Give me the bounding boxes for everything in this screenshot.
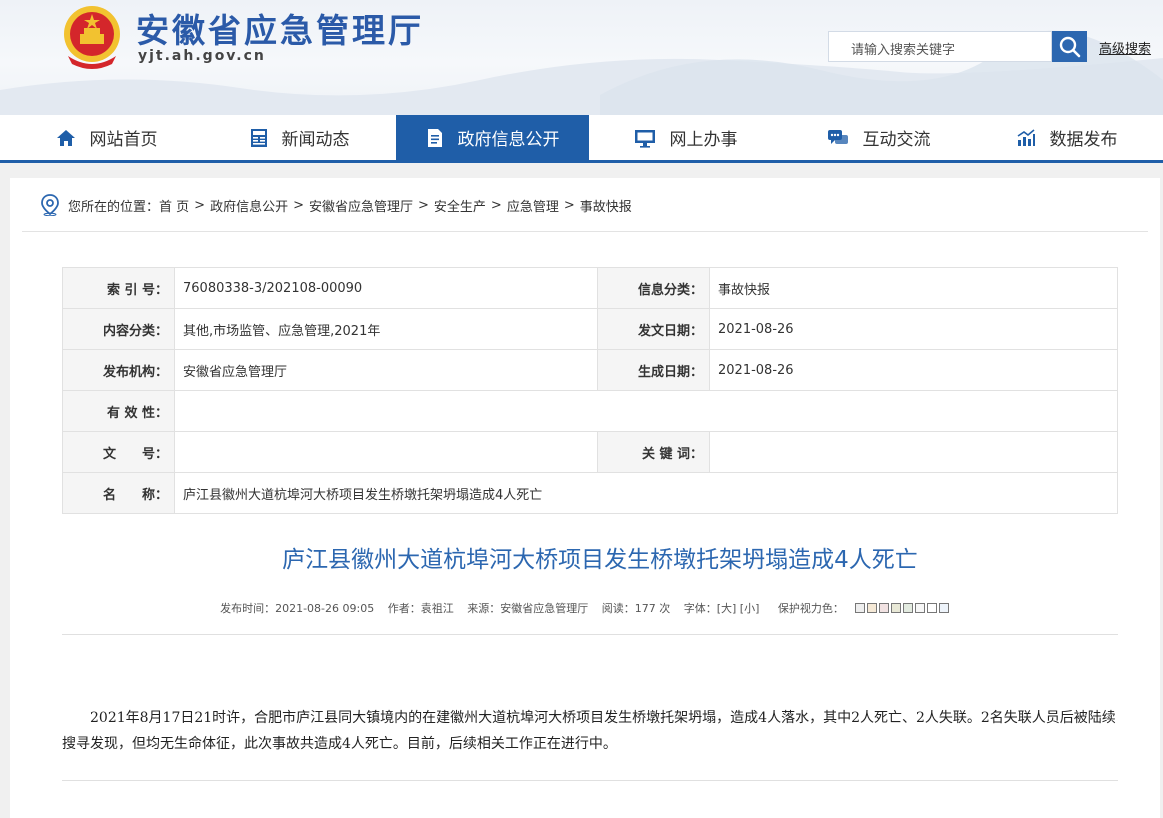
breadcrumb-separator: > <box>418 197 429 213</box>
search-input[interactable]: 请输入搜索关键字 <box>828 31 1052 62</box>
table-row: 发布机构： 安徽省应急管理厅 生成日期： 2021-08-26 <box>62 349 1118 391</box>
color-swatch[interactable] <box>926 603 937 613</box>
index-label: 索 引 号： <box>62 267 175 309</box>
divider <box>22 231 1148 232</box>
news-icon <box>250 128 267 147</box>
color-swatch[interactable] <box>854 603 865 613</box>
breadcrumb-safety[interactable]: 安全生产 <box>434 196 486 215</box>
source: 来源：安徽省应急管理厅 <box>467 602 589 615</box>
issue-date-label: 发文日期： <box>597 308 710 350</box>
validity-value <box>174 390 1118 432</box>
breadcrumb-separator: > <box>563 197 575 213</box>
chart-icon <box>1017 128 1035 146</box>
name-value: 庐江县徽州大道杭埠河大桥项目发生桥墩托架坍塌造成4人死亡 <box>174 472 1118 514</box>
nav-item-gov-info[interactable]: 政府信息公开 <box>396 115 589 160</box>
site-domain: yjt.ah.gov.cn <box>138 48 266 64</box>
divider <box>62 780 1118 781</box>
breadcrumb-separator: > <box>293 197 304 213</box>
read-count: 阅读：177 次 <box>601 602 671 615</box>
nav-label: 政府信息公开 <box>457 130 560 150</box>
article-body: 2021年8月17日21时许，合肥市庐江县同大镇境内的在建徽州大道杭埠河大桥项目… <box>62 710 1116 752</box>
color-swatch[interactable] <box>866 603 877 613</box>
breadcrumb-prefix: 您所在的位置： <box>68 199 160 215</box>
table-row: 索 引 号： 76080338-3/202108-00090 信息分类： 事故快… <box>62 267 1118 309</box>
breadcrumb-gov-info[interactable]: 政府信息公开 <box>210 196 288 215</box>
nav-label: 互动交流 <box>862 130 931 150</box>
author: 作者：袁祖江 <box>387 602 454 615</box>
doc-number-label: 文 号： <box>62 431 175 473</box>
info-table: 索 引 号： 76080338-3/202108-00090 信息分类： 事故快… <box>62 267 1118 514</box>
validity-label: 有 效 性： <box>62 390 175 432</box>
search-button[interactable] <box>1052 31 1087 62</box>
publisher-value: 安徽省应急管理厅 <box>174 349 598 391</box>
color-swatch[interactable] <box>890 603 901 613</box>
nav-item-online-service[interactable]: 网上办事 <box>589 115 782 160</box>
nav-label: 数据发布 <box>1049 130 1118 150</box>
main-nav: 网站首页 新闻动态 政府信息公开 网上办事 互动交流 数据发布 <box>0 115 1163 163</box>
breadcrumb-home[interactable]: 首 页 <box>159 196 189 215</box>
nav-label: 网上办事 <box>669 130 738 150</box>
color-swatch[interactable] <box>902 603 913 613</box>
table-row: 有 效 性： <box>62 390 1118 432</box>
site-title[interactable]: 安徽省应急管理厅 <box>136 4 424 52</box>
nav-item-home[interactable]: 网站首页 <box>10 115 203 160</box>
color-swatch[interactable] <box>914 603 925 613</box>
eye-care-label: 保护视力色： <box>773 602 955 615</box>
advanced-search-link[interactable]: 高级搜索 <box>1099 38 1151 57</box>
keywords-value <box>709 431 1118 473</box>
monitor-icon <box>634 129 655 148</box>
nav-label: 网站首页 <box>89 130 158 150</box>
eye-care-swatches <box>854 602 950 615</box>
national-emblem-icon <box>64 6 120 69</box>
search-icon <box>1059 36 1080 57</box>
breadcrumb-separator: > <box>490 197 502 213</box>
doc-number-value <box>174 431 598 473</box>
table-row: 文 号： 关 键 词： <box>62 431 1118 473</box>
breadcrumb: 您所在的位置： 首 页 > 政府信息公开 > 安徽省应急管理厅 > 安全生产 >… <box>40 194 632 216</box>
created-date-value: 2021-08-26 <box>709 349 1118 391</box>
location-pin-icon <box>41 194 59 216</box>
document-icon <box>427 128 442 147</box>
breadcrumb-accident-report[interactable]: 事故快报 <box>580 196 632 215</box>
nav-item-news[interactable]: 新闻动态 <box>203 115 396 160</box>
created-date-label: 生成日期： <box>597 349 710 391</box>
eye-care-text: 保护视力色： <box>777 602 844 615</box>
breadcrumb-emergency[interactable]: 应急管理 <box>507 196 559 215</box>
nav-item-interaction[interactable]: 互动交流 <box>782 115 975 160</box>
category-value: 事故快报 <box>709 267 1118 309</box>
article-meta: 发布时间：2021-08-26 09:05 作者：袁祖江 来源：安徽省应急管理厅… <box>10 600 1160 616</box>
index-value: 76080338-3/202108-00090 <box>174 267 598 309</box>
breadcrumb-separator: > <box>194 197 206 213</box>
content-panel: 您所在的位置： 首 页 > 政府信息公开 > 安徽省应急管理厅 > 安全生产 >… <box>10 178 1160 818</box>
name-label: 名 称： <box>62 472 175 514</box>
nav-item-data[interactable]: 数据发布 <box>970 115 1163 160</box>
issue-date-value: 2021-08-26 <box>709 308 1118 350</box>
color-swatch[interactable] <box>938 603 949 613</box>
table-row: 内容分类： 其他,市场监管、应急管理,2021年 发文日期： 2021-08-2… <box>62 308 1118 350</box>
divider <box>62 634 1118 635</box>
color-swatch[interactable] <box>878 603 889 613</box>
category-label: 信息分类： <box>597 267 710 309</box>
breadcrumb-department[interactable]: 安徽省应急管理厅 <box>309 196 413 215</box>
publisher-label: 发布机构： <box>62 349 175 391</box>
content-category-label: 内容分类： <box>62 308 175 350</box>
nav-label: 新闻动态 <box>281 130 350 150</box>
site-header: 安徽省应急管理厅 yjt.ah.gov.cn 请输入搜索关键字 高级搜索 <box>0 0 1163 115</box>
chat-icon <box>827 129 848 144</box>
content-category-value: 其他,市场监管、应急管理,2021年 <box>174 308 598 350</box>
publish-time: 发布时间：2021-08-26 09:05 <box>220 602 375 615</box>
keywords-label: 关 键 词： <box>597 431 710 473</box>
table-row: 名 称： 庐江县徽州大道杭埠河大桥项目发生桥墩托架坍塌造成4人死亡 <box>62 472 1118 514</box>
article-title: 庐江县徽州大道杭埠河大桥项目发生桥墩托架坍塌造成4人死亡 <box>282 547 918 573</box>
font-size-control[interactable]: 字体：[大] [小] <box>684 602 760 615</box>
home-icon <box>56 129 75 146</box>
